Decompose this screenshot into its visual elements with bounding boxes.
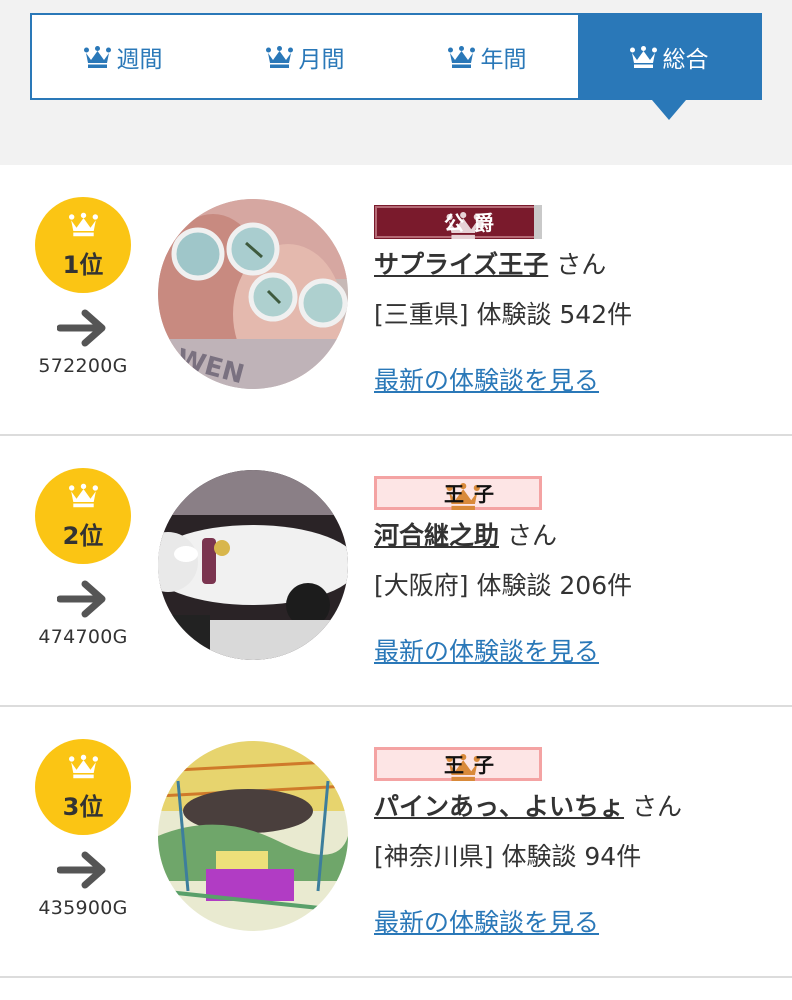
latest-review-link[interactable]: 最新の体験談を見る bbox=[374, 903, 599, 939]
honorific: さん bbox=[507, 521, 558, 550]
username-link[interactable]: 河合継之助 bbox=[374, 521, 499, 550]
title-text: 王子 bbox=[444, 482, 504, 506]
user-info: 王子 パインあっ、よいちょ さん [神奈川県] 体験談 94件 最新の体験談を見る bbox=[374, 747, 774, 939]
crown-icon bbox=[69, 212, 98, 237]
tab-label: 総合 bbox=[662, 46, 709, 73]
latest-review-link[interactable]: 最新の体験談を見る bbox=[374, 632, 599, 668]
crown-icon bbox=[69, 754, 98, 779]
avatar-image bbox=[158, 741, 348, 931]
rank-label: 2位 bbox=[62, 522, 104, 550]
title-text: 公爵 bbox=[444, 211, 504, 235]
user-stats: [大阪府] 体験談 206件 bbox=[374, 571, 633, 600]
tab-label: 週間 bbox=[116, 46, 163, 73]
title-plate-prince: 王子 bbox=[374, 747, 542, 781]
avatar-image: WEN bbox=[158, 199, 348, 389]
rank-column: 3位 435900G bbox=[30, 739, 136, 919]
rank-badge: 3位 bbox=[35, 739, 131, 835]
tab-weekly[interactable]: 週間 bbox=[32, 15, 214, 98]
crown-icon bbox=[84, 46, 111, 68]
avatar[interactable]: WEN bbox=[158, 199, 348, 389]
crown-icon bbox=[266, 46, 293, 68]
username-link[interactable]: パインあっ、よいちょ bbox=[374, 792, 624, 821]
arrow-right-icon bbox=[57, 309, 106, 347]
arrow-right-icon bbox=[57, 580, 106, 618]
name-line: 河合継之助 さん bbox=[374, 516, 774, 552]
title-text: 王子 bbox=[444, 753, 504, 777]
user-info: 王子 河合継之助 さん [大阪府] 体験談 206件 最新の体験談を見る bbox=[374, 476, 774, 668]
crown-icon bbox=[630, 46, 657, 68]
title-plate-prince: 王子 bbox=[374, 476, 542, 510]
rank-label: 3位 bbox=[62, 793, 104, 821]
honorific: さん bbox=[632, 792, 683, 821]
avatar-image bbox=[158, 470, 348, 660]
rank-badge: 2位 bbox=[35, 468, 131, 564]
latest-review-link[interactable]: 最新の体験談を見る bbox=[374, 361, 599, 397]
user-stats: [三重県] 体験談 542件 bbox=[374, 300, 633, 329]
ranking-row: 2位 474700G 王子 河合継之助 さん [大阪府] 体験談 206件 最新… bbox=[0, 436, 792, 707]
ranking-list: 1位 572200G WEN 公爵 サプライズ王子 さん [三重県] 体験談 5… bbox=[0, 165, 792, 978]
ranking-row: 3位 435900G 王子 パインあっ、よいちょ さん [神奈川県] 体験談 9… bbox=[0, 707, 792, 978]
points-value: 435900G bbox=[38, 897, 128, 919]
rank-column: 2位 474700G bbox=[30, 468, 136, 648]
title-plate-duke: 公爵 bbox=[374, 205, 542, 239]
tab-monthly[interactable]: 月間 bbox=[214, 15, 396, 98]
points-value: 572200G bbox=[38, 355, 128, 377]
tab-label: 月間 bbox=[298, 46, 345, 73]
tab-overall[interactable]: 総合 bbox=[578, 15, 760, 120]
username-link[interactable]: サプライズ王子 bbox=[374, 250, 548, 279]
ranking-row: 1位 572200G WEN 公爵 サプライズ王子 さん [三重県] 体験談 5… bbox=[0, 165, 792, 436]
avatar[interactable] bbox=[158, 470, 348, 660]
name-line: パインあっ、よいちょ さん bbox=[374, 787, 774, 823]
crown-icon bbox=[69, 483, 98, 508]
tab-label: 年間 bbox=[480, 46, 527, 73]
honorific: さん bbox=[556, 250, 607, 279]
ranking-period-tabs: 週間 月間 年間 総合 bbox=[30, 13, 762, 120]
rank-badge: 1位 bbox=[35, 197, 131, 293]
name-line: サプライズ王子 さん bbox=[374, 245, 774, 281]
user-info: 公爵 サプライズ王子 さん [三重県] 体験談 542件 最新の体験談を見る bbox=[374, 205, 774, 397]
rank-column: 1位 572200G bbox=[30, 197, 136, 377]
ranking-tabs-area: 週間 月間 年間 総合 bbox=[0, 0, 792, 165]
points-value: 474700G bbox=[38, 626, 128, 648]
avatar[interactable] bbox=[158, 741, 348, 931]
rank-label: 1位 bbox=[62, 251, 104, 279]
crown-icon bbox=[448, 46, 475, 68]
user-stats: [神奈川県] 体験談 94件 bbox=[374, 842, 642, 871]
tab-yearly[interactable]: 年間 bbox=[396, 15, 578, 98]
arrow-right-icon bbox=[57, 851, 106, 889]
